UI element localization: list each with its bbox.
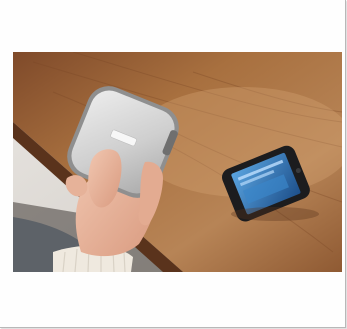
photo-illustration	[13, 52, 342, 272]
image-card	[0, 0, 346, 328]
product-photo	[13, 52, 342, 272]
phone-shadow	[231, 207, 319, 221]
